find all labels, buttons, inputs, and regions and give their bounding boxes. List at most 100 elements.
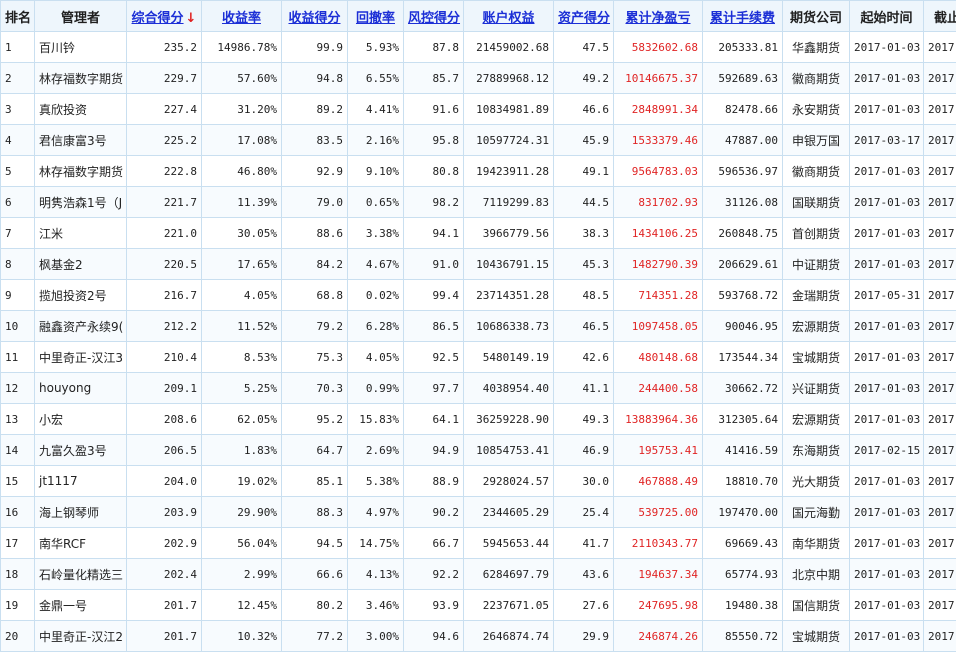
cell-total-score: 221.7: [127, 187, 202, 218]
cell-return-score: 99.9: [282, 32, 348, 63]
cell-manager[interactable]: 九富久盈3号: [35, 435, 127, 466]
cell-rank: 17: [1, 528, 35, 559]
cell-equity: 10834981.89: [464, 94, 554, 125]
cell-start-date: 2017-02-15: [850, 435, 924, 466]
cell-rank: 4: [1, 125, 35, 156]
cell-manager[interactable]: 真欣投资: [35, 94, 127, 125]
sort-equity-label[interactable]: 账户权益: [482, 11, 534, 26]
sort-asset-score-label[interactable]: 资产得分: [558, 11, 610, 26]
cell-fees: 82478.66: [703, 94, 783, 125]
cell-risk-score: 91.6: [404, 94, 464, 125]
cell-risk-score: 94.1: [404, 218, 464, 249]
cell-manager[interactable]: 融鑫资产永续9(: [35, 311, 127, 342]
cell-return-score: 92.9: [282, 156, 348, 187]
sort-return-rate[interactable]: 收益率: [202, 1, 282, 32]
cell-broker: 中证期货: [783, 249, 850, 280]
cell-risk-score: 92.5: [404, 342, 464, 373]
cell-risk-score: 98.2: [404, 187, 464, 218]
cell-drawdown: 3.46%: [348, 590, 404, 621]
cell-net-profit: 539725.00: [614, 497, 703, 528]
cell-drawdown: 3.38%: [348, 218, 404, 249]
table-row: 7江米221.030.05%88.63.38%94.13966779.5638.…: [1, 218, 956, 249]
sort-risk-score[interactable]: 风控得分: [404, 1, 464, 32]
cell-risk-score: 86.5: [404, 311, 464, 342]
cell-manager[interactable]: 金鼎一号: [35, 590, 127, 621]
cell-manager[interactable]: 江米: [35, 218, 127, 249]
cell-return-score: 89.2: [282, 94, 348, 125]
cell-total-score: 202.4: [127, 559, 202, 590]
cell-manager[interactable]: 揽旭投资2号: [35, 280, 127, 311]
cell-risk-score: 97.7: [404, 373, 464, 404]
sort-risk-score-label[interactable]: 风控得分: [408, 11, 460, 26]
sort-net-profit[interactable]: 累计净盈亏: [614, 1, 703, 32]
cell-manager[interactable]: 中里奇正-汉江3: [35, 342, 127, 373]
header-start: 起始时间: [850, 1, 924, 32]
cell-drawdown: 9.10%: [348, 156, 404, 187]
cell-equity: 10686338.73: [464, 311, 554, 342]
cell-total-score: 216.7: [127, 280, 202, 311]
cell-manager[interactable]: 中里奇正-汉江2: [35, 621, 127, 652]
cell-broker: 徽商期货: [783, 63, 850, 94]
cell-end-date: 2017-07-12: [924, 63, 956, 94]
cell-asset-score: 38.3: [554, 218, 614, 249]
cell-manager[interactable]: 枫基金2: [35, 249, 127, 280]
cell-manager[interactable]: 小宏: [35, 404, 127, 435]
sort-drawdown-label[interactable]: 回撤率: [356, 11, 395, 26]
sort-total-score-label[interactable]: 综合得分: [132, 11, 184, 26]
cell-manager[interactable]: 林存福数字期货: [35, 156, 127, 187]
sort-drawdown[interactable]: 回撤率: [348, 1, 404, 32]
cell-risk-score: 99.4: [404, 280, 464, 311]
cell-asset-score: 49.2: [554, 63, 614, 94]
cell-risk-score: 80.8: [404, 156, 464, 187]
cell-rank: 7: [1, 218, 35, 249]
cell-broker: 永安期货: [783, 94, 850, 125]
cell-end-date: 2017-07-12: [924, 621, 956, 652]
cell-manager[interactable]: 林存福数字期货: [35, 63, 127, 94]
cell-equity: 10597724.31: [464, 125, 554, 156]
cell-total-score: 210.4: [127, 342, 202, 373]
cell-return-rate: 1.83%: [202, 435, 282, 466]
sort-fees[interactable]: 累计手续费: [703, 1, 783, 32]
table-row: 17南华RCF202.956.04%94.514.75%66.75945653.…: [1, 528, 956, 559]
sort-fees-label[interactable]: 累计手续费: [710, 11, 775, 26]
cell-return-score: 85.1: [282, 466, 348, 497]
cell-return-rate: 30.05%: [202, 218, 282, 249]
cell-equity: 10854753.41: [464, 435, 554, 466]
cell-fees: 173544.34: [703, 342, 783, 373]
cell-equity: 2646874.74: [464, 621, 554, 652]
cell-return-rate: 17.08%: [202, 125, 282, 156]
cell-broker: 申银万国: [783, 125, 850, 156]
cell-manager[interactable]: 明隽浩森1号（J: [35, 187, 127, 218]
sort-net-profit-label[interactable]: 累计净盈亏: [625, 11, 690, 26]
sort-asset-score[interactable]: 资产得分: [554, 1, 614, 32]
cell-drawdown: 6.28%: [348, 311, 404, 342]
cell-end-date: 2017-07-12: [924, 187, 956, 218]
sort-equity[interactable]: 账户权益: [464, 1, 554, 32]
cell-total-score: 229.7: [127, 63, 202, 94]
cell-manager[interactable]: 南华RCF: [35, 528, 127, 559]
cell-start-date: 2017-01-03: [850, 373, 924, 404]
cell-manager[interactable]: 海上钢琴师: [35, 497, 127, 528]
cell-manager[interactable]: 百川钤: [35, 32, 127, 63]
sort-total-score[interactable]: 综合得分↓: [127, 1, 202, 32]
cell-asset-score: 49.3: [554, 404, 614, 435]
cell-manager[interactable]: 石岭量化精选三: [35, 559, 127, 590]
cell-manager[interactable]: 君信康富3号: [35, 125, 127, 156]
sort-return-score[interactable]: 收益得分: [282, 1, 348, 32]
cell-start-date: 2017-01-03: [850, 528, 924, 559]
cell-return-score: 88.3: [282, 497, 348, 528]
cell-equity: 2344605.29: [464, 497, 554, 528]
cell-end-date: 2017-07-12: [924, 528, 956, 559]
cell-broker: 徽商期货: [783, 156, 850, 187]
cell-fees: 593768.72: [703, 280, 783, 311]
cell-total-score: 212.2: [127, 311, 202, 342]
table-row: 19金鼎一号201.712.45%80.23.46%93.92237671.05…: [1, 590, 956, 621]
cell-end-date: 2017-07-12: [924, 404, 956, 435]
table-row: 1百川钤235.214986.78%99.95.93%87.821459002.…: [1, 32, 956, 63]
cell-manager[interactable]: jt1117: [35, 466, 127, 497]
cell-broker: 国信期货: [783, 590, 850, 621]
cell-manager[interactable]: houyong: [35, 373, 127, 404]
sort-return-rate-label[interactable]: 收益率: [222, 11, 261, 26]
sort-return-score-label[interactable]: 收益得分: [288, 11, 340, 26]
cell-return-score: 77.2: [282, 621, 348, 652]
